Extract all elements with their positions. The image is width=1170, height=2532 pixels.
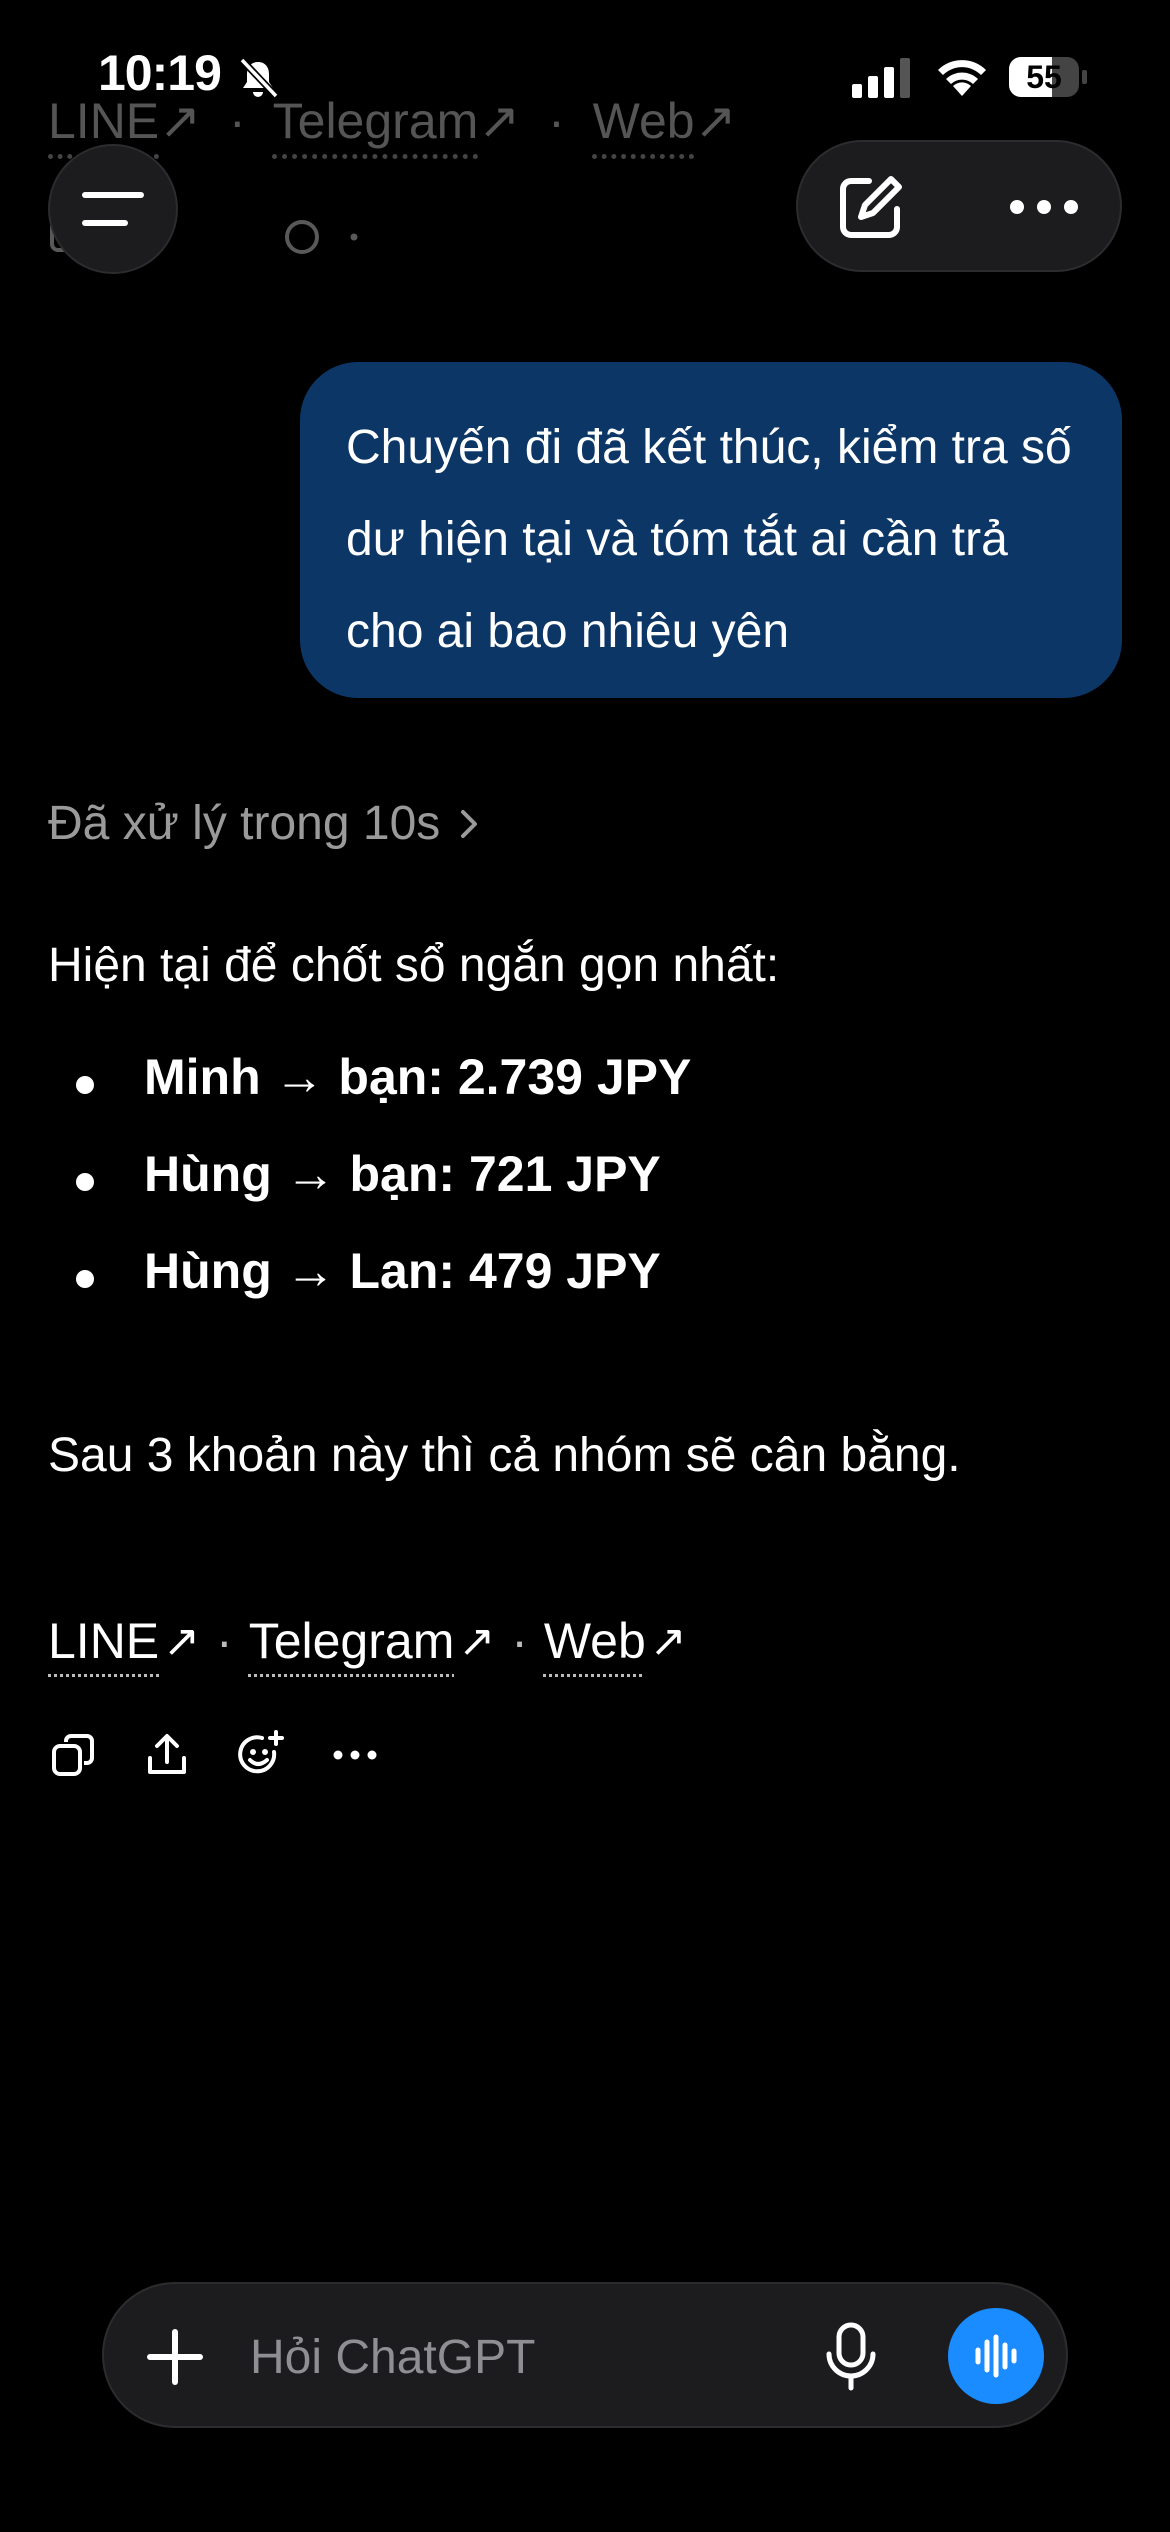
external-link-icon: ↗ xyxy=(458,1616,496,1666)
link-line[interactable]: LINE xyxy=(48,93,159,149)
bullet-dot xyxy=(76,1270,94,1288)
external-link-icon: ↗ xyxy=(163,1616,201,1666)
more-icon xyxy=(333,1750,377,1760)
external-link-icon: ↗ xyxy=(649,1616,687,1666)
response-intro: Hiện tại để chốt sổ ngắn gọn nhất: xyxy=(48,939,780,992)
bullet-dot xyxy=(76,1076,94,1094)
cellular-signal-icon xyxy=(852,58,910,98)
more-icon xyxy=(1010,200,1078,214)
thought-label: Đã xử lý trong 10s xyxy=(48,797,441,850)
link-separator: · xyxy=(216,1613,233,1669)
settlement-text: Hùng → bạn: 721 JPY xyxy=(144,1146,661,1202)
compose-icon xyxy=(840,176,902,238)
response-actions xyxy=(48,1730,380,1780)
settlement-text: Minh → bạn: 2.739 JPY xyxy=(144,1049,692,1105)
external-link-icon: ↗ xyxy=(159,93,202,149)
share-icon xyxy=(148,1734,186,1774)
external-link-icon: ↗ xyxy=(694,93,737,149)
share-button[interactable] xyxy=(142,1730,192,1780)
link-telegram[interactable]: Telegram xyxy=(273,93,479,149)
dictation-button[interactable] xyxy=(816,2322,886,2392)
list-item: Minh → bạn: 2.739 JPY xyxy=(48,1048,691,1145)
link-web[interactable]: Web xyxy=(593,93,695,149)
settlement-text: Hùng → Lan: 479 JPY xyxy=(144,1243,661,1299)
link-web[interactable]: Web xyxy=(544,1612,646,1670)
composer-bar xyxy=(102,2282,1068,2428)
message-input[interactable] xyxy=(250,2322,770,2392)
thought-duration-toggle[interactable]: Đã xử lý trong 10s xyxy=(48,796,480,851)
voice-mode-button[interactable] xyxy=(948,2308,1044,2404)
bullet-dot xyxy=(76,1173,94,1191)
header-actions xyxy=(796,140,1122,272)
link-separator: · xyxy=(228,93,246,149)
plus-icon xyxy=(147,2329,203,2385)
add-reaction-icon xyxy=(238,1730,284,1774)
link-separator: · xyxy=(548,93,565,149)
copy-icon xyxy=(52,1734,94,1776)
add-attachment-button[interactable] xyxy=(142,2324,208,2390)
menu-button[interactable] xyxy=(48,144,178,274)
external-link-icon: ↗ xyxy=(478,93,521,149)
hamburger-menu-icon xyxy=(82,192,144,226)
link-separator: · xyxy=(511,1613,528,1669)
list-item: Hùng → bạn: 721 JPY xyxy=(48,1145,691,1242)
battery-indicator: 55 xyxy=(1008,56,1088,98)
response-summary: Sau 3 khoản này thì cả nhóm sẽ cân bằng. xyxy=(48,1429,961,1482)
battery-level: 55 xyxy=(1026,58,1062,95)
new-chat-button[interactable] xyxy=(828,164,914,250)
more-options-button[interactable] xyxy=(994,164,1094,250)
add-reaction-button[interactable] xyxy=(236,1730,286,1780)
user-message-bubble[interactable]: Chuyến đi đã kết thúc, kiểm tra số dư hi… xyxy=(300,362,1122,698)
previous-message-links: LINE↗ · Telegram↗ · Web↗ xyxy=(48,92,736,150)
wifi-icon xyxy=(938,60,986,96)
settlement-list: Minh → bạn: 2.739 JPY Hùng → bạn: 721 JP… xyxy=(48,1048,691,1339)
list-item: Hùng → Lan: 479 JPY xyxy=(48,1242,691,1339)
link-telegram[interactable]: Telegram xyxy=(249,1612,455,1670)
chevron-right-icon xyxy=(461,809,478,838)
more-actions-button[interactable] xyxy=(330,1730,380,1780)
microphone-icon xyxy=(826,2322,876,2391)
response-links: LINE ↗ · Telegram ↗ · Web ↗ xyxy=(48,1612,687,1670)
copy-button[interactable] xyxy=(48,1730,98,1780)
voice-waveform-icon xyxy=(975,2334,1017,2378)
link-line[interactable]: LINE xyxy=(48,1612,159,1670)
